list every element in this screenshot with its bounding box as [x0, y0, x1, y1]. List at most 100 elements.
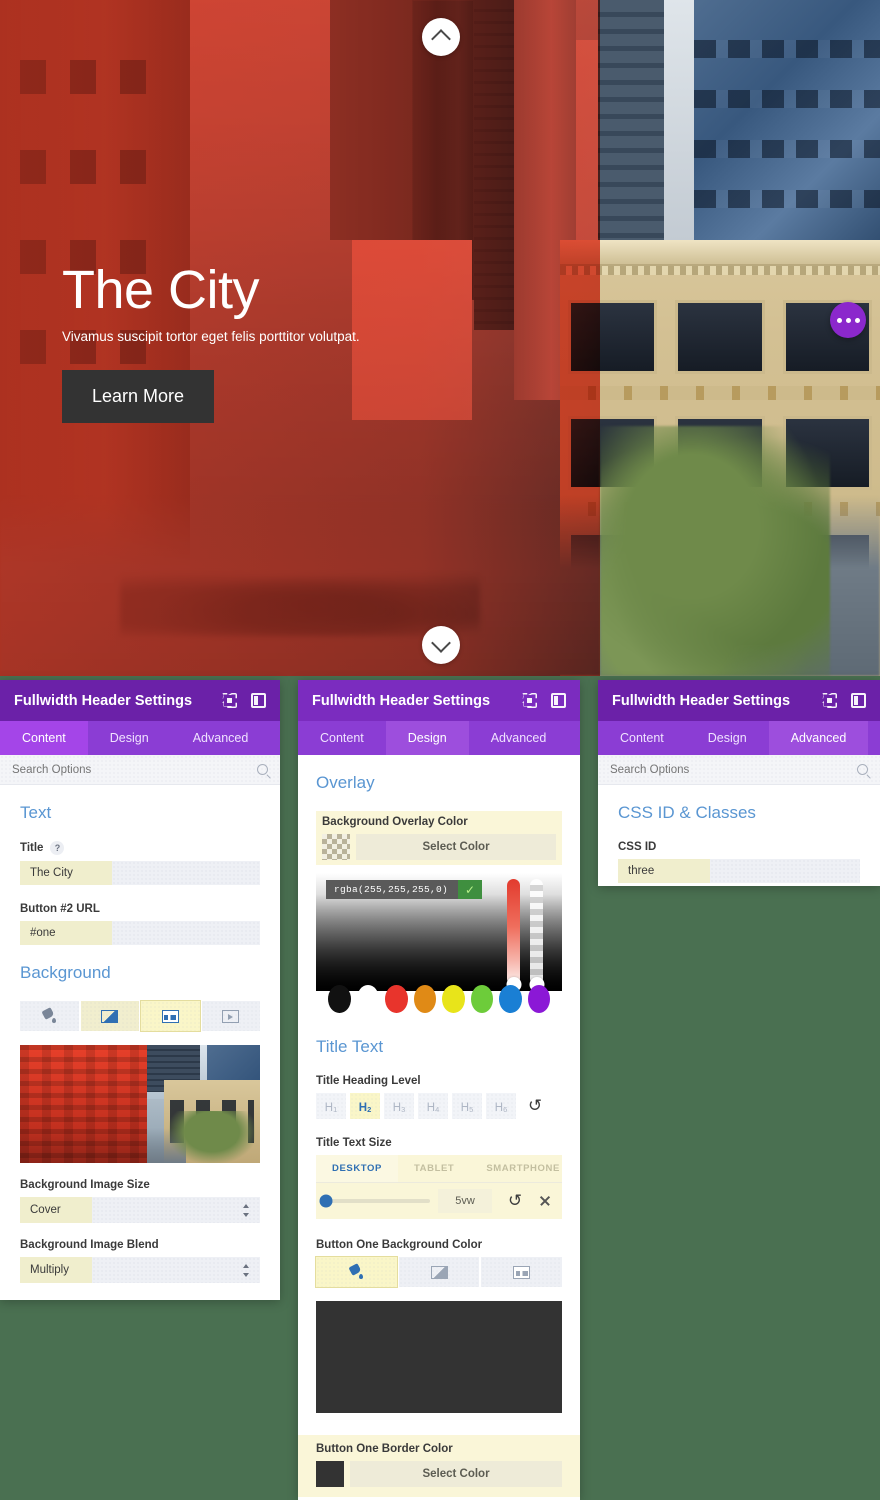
paint-bucket-icon [42, 1009, 57, 1023]
panel-header-icons [222, 693, 266, 708]
tab-advanced[interactable]: Advanced [171, 721, 271, 755]
bg-overlay-color-row: Select Color [322, 834, 556, 860]
text-size-slider[interactable] [319, 1194, 430, 1208]
settings-panel-content: Fullwidth Header Settings Content Design… [0, 680, 280, 1300]
button-bg-color-button[interactable] [315, 1256, 398, 1288]
button-bg-image-button[interactable] [481, 1257, 563, 1287]
check-icon[interactable]: ✓ [458, 880, 483, 899]
preset-swatch[interactable] [328, 985, 351, 1013]
border-color-swatch[interactable] [316, 1461, 344, 1487]
css-id-input[interactable]: three [618, 859, 860, 883]
background-video-button[interactable] [201, 1001, 260, 1031]
gradient-icon [430, 1265, 448, 1279]
panel-body: Text Title ? The City Button #2 URL #one… [0, 785, 280, 1300]
preset-swatch[interactable] [385, 985, 408, 1013]
slider-handle[interactable] [319, 1194, 333, 1208]
title-text-size-label: Title Text Size [316, 1137, 392, 1149]
title-input[interactable]: The City [20, 861, 260, 885]
heading-level-h3[interactable]: H3 [384, 1093, 414, 1119]
panel-tabbar: Content Design Advanced [598, 721, 880, 755]
building-light-3 [664, 0, 694, 250]
search-input[interactable] [12, 763, 257, 776]
text-size-value[interactable]: 5vw [438, 1189, 492, 1213]
tab-smartphone[interactable]: SMARTPHONE [470, 1155, 576, 1182]
color-value-input[interactable]: rgba(255,255,255,0) [326, 880, 458, 899]
ellipsis-icon [845, 317, 851, 323]
hue-slider[interactable] [506, 879, 521, 992]
background-color-button[interactable] [20, 1001, 79, 1031]
preset-swatch[interactable] [356, 985, 379, 1013]
module-options-button[interactable] [830, 302, 866, 338]
gradient-icon [101, 1009, 119, 1023]
reset-icon[interactable] [508, 1193, 524, 1209]
preset-swatch[interactable] [442, 985, 465, 1013]
focus-mode-icon[interactable] [822, 693, 837, 708]
ellipsis-icon [854, 317, 860, 323]
button-one-bg-color-label: Button One Background Color [316, 1239, 483, 1251]
reset-icon[interactable] [528, 1098, 544, 1114]
button2-url-input[interactable]: #one [20, 921, 260, 945]
alpha-slider[interactable] [529, 879, 544, 992]
color-value-input-row: rgba(255,255,255,0) ✓ [326, 880, 483, 899]
bg-image-blend-select[interactable]: Multiply [20, 1257, 260, 1283]
panel-title: Fullwidth Header Settings [312, 692, 491, 709]
heading-level-h5[interactable]: H5 [452, 1093, 482, 1119]
tab-advanced[interactable]: Advanced [469, 721, 569, 755]
chevron-down-icon [431, 633, 451, 653]
heading-level-buttons: H1 H2 H3 H4 H5 H6 [316, 1093, 562, 1119]
focus-mode-icon[interactable] [222, 693, 237, 708]
search-input[interactable] [610, 763, 857, 776]
title-heading-level-label: Title Heading Level [316, 1075, 421, 1087]
select-color-button[interactable]: Select Color [356, 834, 556, 860]
tab-design[interactable]: Design [385, 721, 469, 755]
button-one-bg-color-preview[interactable] [316, 1301, 562, 1413]
scroll-up-button[interactable] [422, 18, 460, 56]
image-icon [161, 1009, 179, 1023]
tab-content[interactable]: Content [598, 721, 686, 755]
image-icon [513, 1265, 531, 1279]
preset-swatch[interactable] [413, 985, 436, 1013]
panel-tabbar: Content Design Advanced [298, 721, 580, 755]
tab-advanced[interactable]: Advanced [768, 721, 869, 755]
chevron-updown-icon [243, 1203, 250, 1217]
panel-layout-icon[interactable] [251, 693, 266, 708]
panel-tabbar: Content Design Advanced [0, 721, 280, 755]
preset-swatch[interactable] [499, 985, 522, 1013]
learn-more-button[interactable]: Learn More [62, 369, 215, 423]
scroll-down-button[interactable] [422, 626, 460, 664]
button-bg-gradient-button[interactable] [398, 1257, 480, 1287]
tab-content[interactable]: Content [0, 721, 88, 755]
select-color-button[interactable]: Select Color [350, 1461, 562, 1487]
heading-level-h4[interactable]: H4 [418, 1093, 448, 1119]
bg-image-blend-label: Background Image Blend [20, 1239, 159, 1251]
background-image-thumbnail[interactable] [20, 1045, 260, 1163]
section-title-text-heading: Title Text [316, 1037, 384, 1056]
tab-design[interactable]: Design [88, 721, 171, 755]
preset-swatch[interactable] [527, 985, 550, 1013]
close-icon[interactable] [538, 1194, 552, 1208]
panel-layout-icon[interactable] [851, 693, 866, 708]
transparent-swatch[interactable] [322, 834, 350, 860]
tab-tablet[interactable]: TABLET [398, 1155, 470, 1182]
tab-desktop[interactable]: DESKTOP [316, 1155, 398, 1182]
tab-content[interactable]: Content [298, 721, 386, 755]
color-picker[interactable]: rgba(255,255,255,0) ✓ [316, 873, 562, 1015]
bg-image-size-select[interactable]: Cover [20, 1197, 260, 1223]
search-options-bar[interactable] [598, 755, 880, 785]
button-one-border-color-group: Button One Border Color Select Color [298, 1435, 580, 1497]
ellipsis-icon [836, 317, 842, 323]
heading-level-h2[interactable]: H2 [350, 1093, 380, 1119]
background-gradient-button[interactable] [80, 1001, 139, 1031]
section-background-heading: Background [20, 963, 111, 982]
bg-image-blend-value: Multiply [20, 1257, 92, 1283]
panel-layout-icon[interactable] [551, 693, 566, 708]
background-image-button[interactable] [140, 1000, 201, 1032]
focus-mode-icon[interactable] [522, 693, 537, 708]
tab-design[interactable]: Design [686, 721, 769, 755]
preset-swatch[interactable] [470, 985, 493, 1013]
heading-level-h6[interactable]: H6 [486, 1093, 516, 1119]
button2-url-value: #one [20, 921, 112, 945]
heading-level-h1[interactable]: H1 [316, 1093, 346, 1119]
search-options-bar[interactable] [0, 755, 280, 785]
help-icon[interactable]: ? [50, 841, 65, 855]
